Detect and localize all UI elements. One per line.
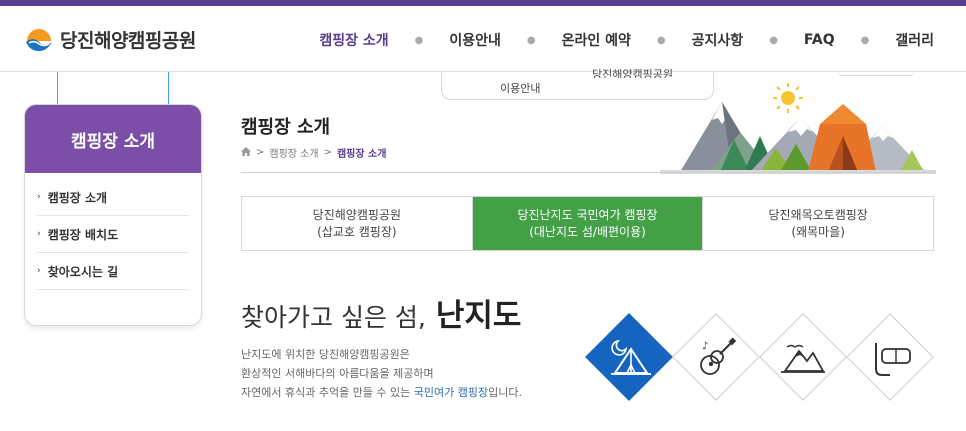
headline: 찾아가고 싶은 섬, 난지도 (241, 290, 521, 335)
description-highlight: 국민여가 캠핑장 (413, 386, 489, 399)
dropdown-item-guide[interactable]: 이용안내 (500, 80, 540, 96)
breadcrumb-separator: > (323, 147, 332, 158)
sidebar-item-intro[interactable]: › 캠핑장 소개 (37, 179, 189, 216)
mountain-icon[interactable] (759, 313, 847, 401)
arrow-right-icon: › (37, 229, 41, 239)
sidebar-item-label: 캠핑장 배치도 (47, 227, 119, 242)
nav-dropdown-edge (838, 72, 914, 76)
nav-item-gallery[interactable]: 갤러리 (893, 30, 936, 50)
nav-item-intro[interactable]: 캠핑장 소개 (317, 30, 390, 50)
tab-line-2: (대난지도 섬/배편이용) (529, 224, 646, 239)
description-text: 입니다. (488, 386, 522, 399)
nav-item-faq[interactable]: FAQ (802, 32, 837, 48)
svg-text:♪: ♪ (702, 341, 708, 352)
description-line: 자연에서 휴식과 추억을 만들 수 있는 국민여가 캠핑장입니다. (241, 383, 522, 402)
arrow-right-icon: › (37, 266, 41, 276)
breadcrumb: > 캠핑장 소개 > 캠핑장 소개 (241, 145, 386, 160)
campsite-tabs: 당진해양캠핑공원 (삽교호 캠핑장) 당진난지도 국민여가 캠핑장 (대난지도 … (241, 196, 934, 251)
tab-line-1: 당진왜목오토캠핑장 (768, 208, 868, 223)
nav-item-notice[interactable]: 공지사항 (690, 30, 746, 50)
camping-tent-icon[interactable] (585, 313, 673, 401)
headline-prefix: 찾아가고 싶은 섬, (241, 303, 426, 332)
dropdown-item-park[interactable]: 당진해양캠핑공원 (592, 66, 673, 78)
nav-separator: ● (860, 34, 870, 46)
tab-line-2: (삽교호 캠핑장) (317, 224, 397, 239)
sidebar-item-directions[interactable]: › 찾아오시는 길 (37, 253, 189, 290)
nav-separator: ● (769, 34, 778, 46)
snorkel-icon[interactable] (846, 313, 934, 401)
nav-separator: ● (414, 34, 424, 46)
description-line: 난지도에 위치한 당진해양캠핑공원은 (241, 348, 410, 361)
page-title: 캠핑장 소개 (241, 117, 331, 138)
site-header: 당진해양캠핑공원 캠핑장 소개 ● 이용안내 ● 온라인 예약 ● 공지사항 ●… (0, 6, 966, 72)
site-logo[interactable]: 당진해양캠핑공원 (24, 26, 196, 53)
tab-nanjido-camping[interactable]: 당진난지도 국민여가 캠핑장 (대난지도 섬/배편이용) (472, 197, 704, 250)
tab-waemok-auto-camping[interactable]: 당진왜목오토캠핑장 (왜목마을) (703, 197, 933, 250)
nav-separator: ● (656, 34, 666, 46)
main-nav: 캠핑장 소개 ● 이용안내 ● 온라인 예약 ● 공지사항 ● FAQ ● 갤러… (317, 30, 936, 50)
nav-item-guide[interactable]: 이용안내 (447, 30, 503, 50)
nav-item-reservation[interactable]: 온라인 예약 (560, 30, 633, 50)
home-icon[interactable] (241, 146, 251, 159)
sidebar-title: 캠핑장 소개 (25, 105, 201, 173)
tab-line-1: 당진해양캠핑공원 (312, 208, 401, 223)
breadcrumb-current: 캠핑장 소개 (336, 149, 387, 160)
title-divider (241, 172, 934, 173)
headline-strong: 난지도 (435, 298, 522, 334)
arrow-right-icon: › (37, 192, 41, 202)
description: 난지도에 위치한 당진해양캠핑공원은 환상적인 서해바다의 아름다움을 제공하며… (241, 345, 522, 402)
sidebar: 캠핑장 소개 › 캠핑장 소개 › 캠핑장 배치도 › 찾아오시는 길 (24, 104, 202, 326)
tab-line-1: 당진난지도 국민여가 캠핑장 (517, 208, 658, 223)
camping-landscape-illustration (660, 83, 936, 174)
description-text: 자연에서 휴식과 추억을 만들 수 있는 (241, 386, 414, 399)
guitar-icon[interactable]: ♪ (672, 313, 760, 401)
nav-separator: ● (526, 34, 536, 46)
sidebar-item-label: 캠핑장 소개 (47, 190, 108, 205)
sidebar-item-layout[interactable]: › 캠핑장 배치도 (37, 216, 189, 253)
sidebar-item-label: 찾아오시는 길 (47, 264, 119, 279)
logo-icon (24, 27, 54, 53)
site-name: 당진해양캠핑공원 (60, 30, 196, 52)
breadcrumb-item[interactable]: 캠핑장 소개 (269, 145, 318, 160)
tab-haeyang-park[interactable]: 당진해양캠핑공원 (삽교호 캠핑장) (242, 197, 473, 250)
breadcrumb-separator: > (256, 147, 265, 158)
description-line: 환상적인 서해바다의 아름다움을 제공하며 (241, 367, 434, 380)
tab-line-2: (왜목마을) (791, 224, 845, 239)
